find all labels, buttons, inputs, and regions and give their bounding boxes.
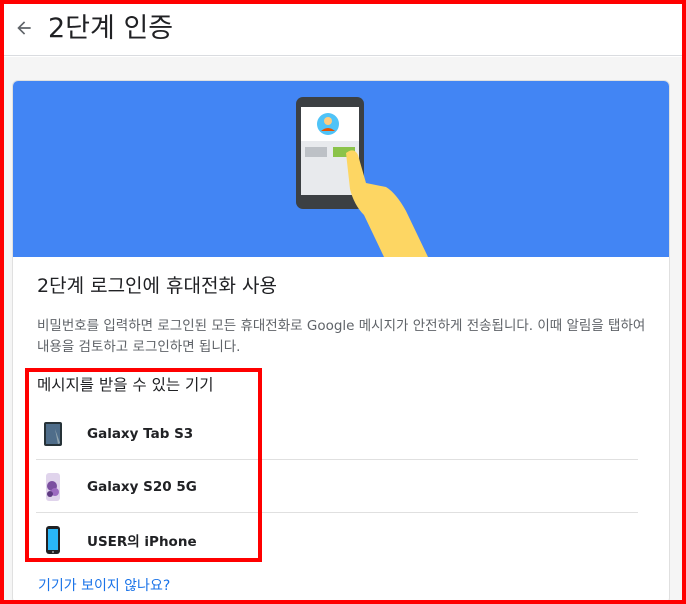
- card-heading: 2단계 로그인에 휴대전화 사용: [37, 275, 277, 297]
- card-description: 비밀번호를 입력하면 로그인된 모든 휴대전화로 Google 메시지가 안전하…: [37, 318, 646, 355]
- back-button[interactable]: [10, 14, 38, 42]
- device-item-galaxy-s20-5g[interactable]: Galaxy S20 5G: [36, 461, 638, 513]
- devices-label: 메시지를 받을 수 있는 기기: [37, 376, 214, 394]
- phone-illustration-icon: [296, 97, 428, 257]
- page-title: 2단계 인증: [48, 13, 174, 44]
- device-name: Galaxy Tab S3: [87, 425, 194, 442]
- tablet-icon: [42, 418, 64, 450]
- device-item-iphone[interactable]: USER의 iPhone: [36, 514, 638, 566]
- phone-icon: [42, 471, 64, 503]
- device-name: USER의 iPhone: [87, 534, 197, 550]
- device-name: Galaxy S20 5G: [87, 478, 197, 495]
- device-missing-link[interactable]: 기기가 보이지 않나요?: [38, 576, 170, 596]
- device-item-galaxy-tab-s3[interactable]: Galaxy Tab S3: [36, 408, 638, 460]
- arrow-left-icon: [17, 21, 31, 35]
- iphone-icon: [42, 524, 64, 556]
- banner: [13, 81, 669, 257]
- top-bar: 2단계 인증: [4, 4, 682, 56]
